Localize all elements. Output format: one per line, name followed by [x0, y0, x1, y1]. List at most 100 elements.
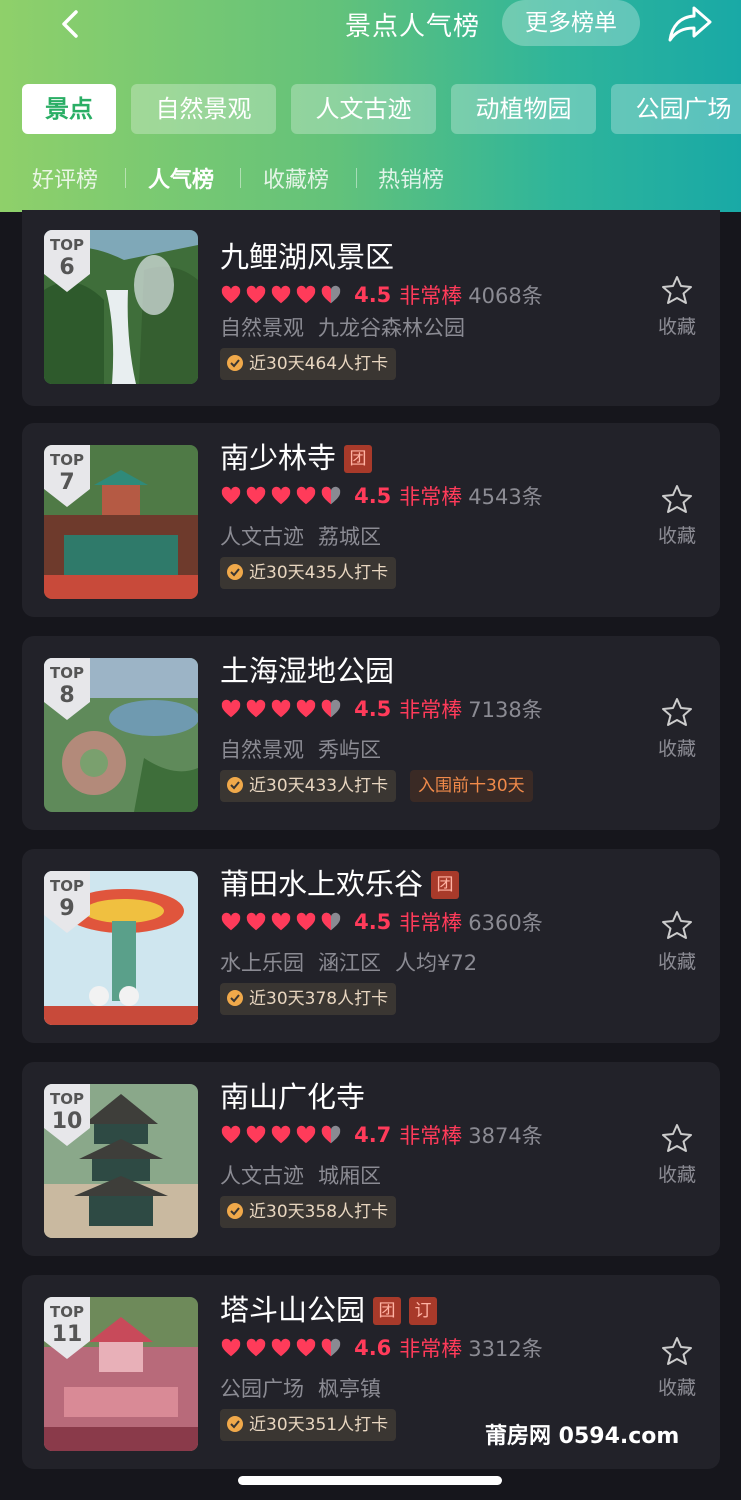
favorite-button[interactable]: 收藏	[650, 909, 704, 974]
heart-icon	[296, 912, 316, 931]
heart-icon	[221, 285, 241, 304]
share-icon[interactable]	[666, 2, 714, 44]
rating-level: 非常棒	[399, 1124, 463, 1148]
heart-icon	[271, 285, 291, 304]
rating-row: 4.5 非常棒 6360条	[220, 907, 543, 935]
attraction-name[interactable]: 南山广化寺	[220, 1074, 365, 1116]
heart-icon	[296, 285, 316, 304]
favorite-button[interactable]: 收藏	[650, 1335, 704, 1400]
back-arrow-icon[interactable]	[52, 4, 92, 44]
list-item[interactable]: TOP 8 土海湿地公园 4.5 非常棒 7138条 自然景观 秀屿区 近30天433…	[22, 636, 720, 830]
review-count: 7138条	[468, 698, 543, 722]
rating-level: 非常棒	[399, 911, 463, 935]
check-icon	[227, 777, 243, 793]
list-item[interactable]: TOP 7 南少林寺团 4.5 非常棒 4543条 人文古迹 荔城区 近30天435人…	[22, 423, 720, 617]
rank-badge: TOP 8	[44, 658, 90, 720]
rating-row: 4.5 非常棒 7138条	[220, 694, 543, 722]
heart-icon	[246, 486, 266, 505]
attraction-name[interactable]: 土海湿地公园	[220, 648, 394, 690]
attraction-name[interactable]: 莆田水上欢乐谷团	[220, 861, 460, 903]
checkin-badge: 近30天464人打卡	[220, 348, 397, 380]
rating-level: 非常棒	[399, 698, 463, 722]
more-lists-button[interactable]: 更多榜单	[502, 0, 640, 46]
rating-score: 4.5	[354, 697, 392, 721]
heart-icon	[246, 1338, 266, 1357]
attraction-name[interactable]: 南少林寺团	[220, 435, 373, 477]
attraction-thumbnail: TOP 7	[44, 445, 198, 599]
review-count: 3874条	[468, 1124, 543, 1148]
attraction-thumbnail: TOP 8	[44, 658, 198, 812]
rating-row: 4.7 非常棒 3874条	[220, 1120, 543, 1148]
heart-icon	[221, 912, 241, 931]
category-chip-heritage[interactable]: 人文古迹	[291, 84, 436, 134]
category-chip-park[interactable]: 公园广场	[611, 84, 741, 134]
heart-icon	[296, 1338, 316, 1357]
half-heart-icon	[321, 912, 341, 931]
heart-icon	[246, 912, 266, 931]
subtab-good-reviews[interactable]: 好评榜	[32, 162, 98, 194]
attraction-name[interactable]: 塔斗山公园团订	[220, 1287, 438, 1329]
check-icon	[227, 564, 243, 580]
attraction-thumbnail: TOP 11	[44, 1297, 198, 1451]
subtab-best-selling[interactable]: 热销榜	[378, 162, 444, 194]
home-indicator[interactable]	[238, 1476, 502, 1485]
half-heart-icon	[321, 1338, 341, 1357]
attraction-meta: 水上乐园 涵江区 人均¥72	[220, 951, 478, 975]
rank-badge: TOP 11	[44, 1297, 90, 1359]
star-icon	[662, 1337, 692, 1365]
list-item[interactable]: TOP 6 九鲤湖风景区 4.5 非常棒 4068条 自然景观 九龙谷森林公园 近30…	[22, 210, 720, 406]
rank-badge: TOP 6	[44, 230, 90, 292]
favorite-button[interactable]: 收藏	[650, 483, 704, 548]
category-chip-zoo-garden[interactable]: 动植物园	[451, 84, 596, 134]
attraction-thumbnail: TOP 6	[44, 230, 198, 384]
category-chip-scenic[interactable]: 景点	[22, 84, 116, 134]
attraction-meta: 自然景观 秀屿区	[220, 738, 381, 762]
review-count: 3312条	[468, 1337, 543, 1361]
half-heart-icon	[321, 486, 341, 505]
rating-score: 4.6	[354, 1336, 392, 1360]
category-chip-nature[interactable]: 自然景观	[131, 84, 276, 134]
subtab-popularity[interactable]: 人气榜	[148, 162, 214, 194]
review-count: 4543条	[468, 485, 543, 509]
heart-icon	[271, 1125, 291, 1144]
checkin-badge: 近30天358人打卡	[220, 1196, 397, 1228]
heart-icon	[221, 486, 241, 505]
rank-badge: TOP 7	[44, 445, 90, 507]
checkin-badge: 近30天351人打卡	[220, 1409, 397, 1441]
favorite-button[interactable]: 收藏	[650, 274, 704, 339]
heart-icon	[296, 486, 316, 505]
check-icon	[227, 355, 243, 371]
star-icon	[662, 698, 692, 726]
group-tag: 团	[344, 445, 373, 473]
list-item[interactable]: TOP 9 莆田水上欢乐谷团 4.5 非常棒 6360条 水上乐园 涵江区 人均¥72 …	[22, 849, 720, 1043]
rating-row: 4.6 非常棒 3312条	[220, 1333, 543, 1361]
heart-icon	[221, 699, 241, 718]
heart-icon	[271, 699, 291, 718]
half-heart-icon	[321, 699, 341, 718]
rating-row: 4.5 非常棒 4543条	[220, 481, 543, 509]
attraction-meta: 人文古迹 城厢区	[220, 1164, 381, 1188]
heart-icon	[271, 1338, 291, 1357]
heart-icon	[221, 1338, 241, 1357]
subtab-favorites[interactable]: 收藏榜	[263, 162, 329, 194]
rating-level: 非常棒	[399, 1337, 463, 1361]
half-heart-icon	[321, 285, 341, 304]
heart-icon	[296, 1125, 316, 1144]
star-icon	[662, 911, 692, 939]
attraction-thumbnail: TOP 10	[44, 1084, 198, 1238]
divider	[125, 168, 126, 188]
group-tag: 团	[431, 871, 460, 899]
check-icon	[227, 990, 243, 1006]
favorite-button[interactable]: 收藏	[650, 1122, 704, 1187]
attraction-name[interactable]: 九鲤湖风景区	[220, 234, 394, 276]
favorite-button[interactable]: 收藏	[650, 696, 704, 761]
checkin-badge: 近30天435人打卡	[220, 557, 397, 589]
star-icon	[662, 276, 692, 304]
booking-tag: 订	[409, 1297, 438, 1325]
star-icon	[662, 1124, 692, 1152]
rating-level: 非常棒	[399, 284, 463, 308]
review-count: 4068条	[468, 284, 543, 308]
heart-icon	[221, 1125, 241, 1144]
rating-row: 4.5 非常棒 4068条	[220, 280, 543, 308]
list-item[interactable]: TOP 10 南山广化寺 4.7 非常棒 3874条 人文古迹 城厢区 近30天358…	[22, 1062, 720, 1256]
